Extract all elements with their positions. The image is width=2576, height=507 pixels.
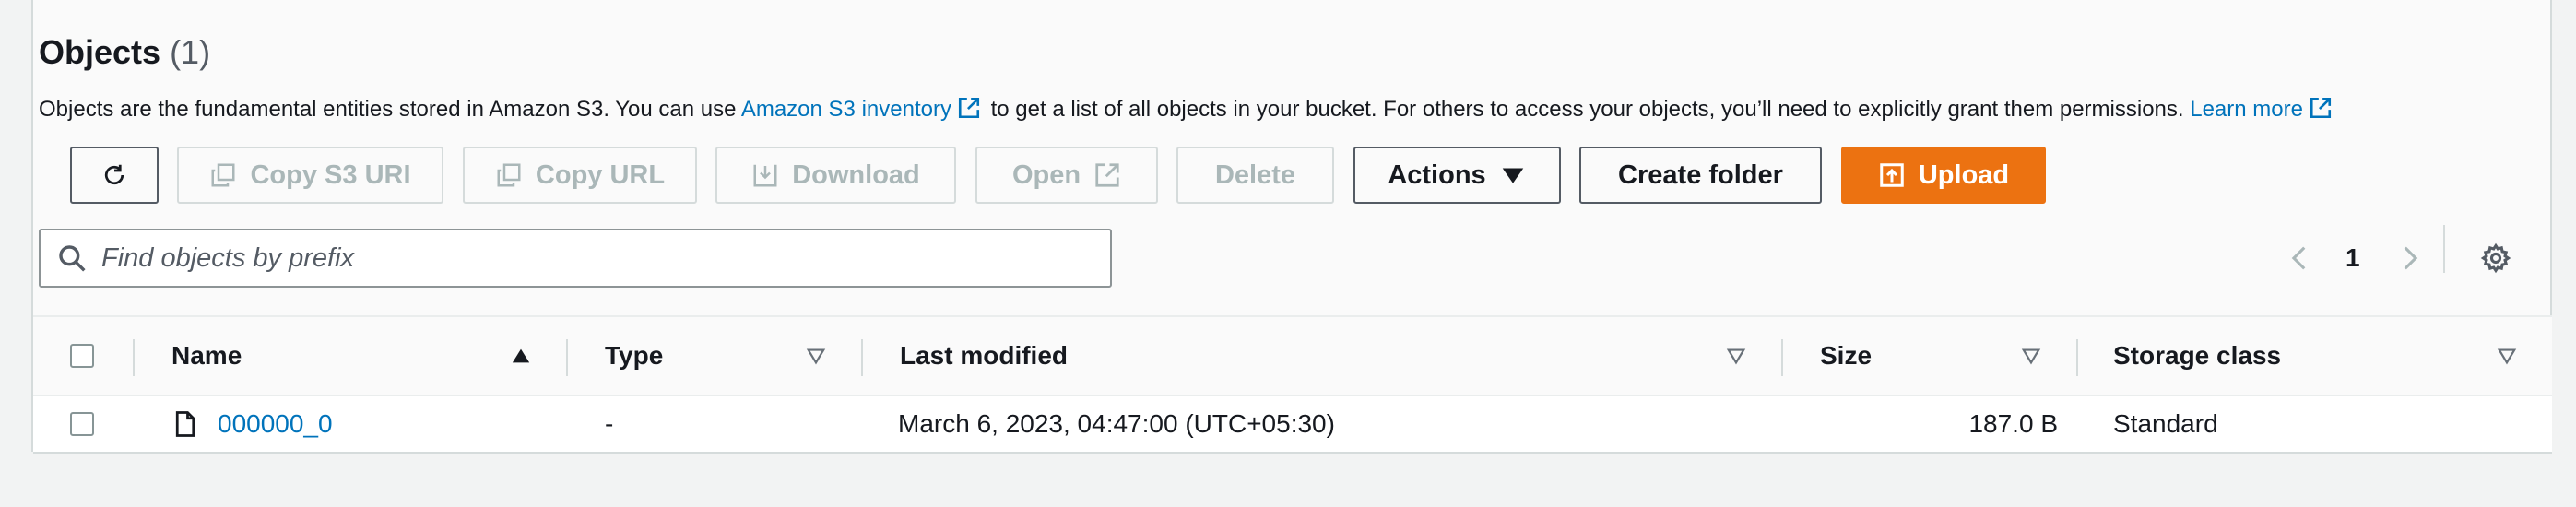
column-divider (861, 339, 863, 376)
object-storage-class: Standard (2113, 409, 2218, 438)
open-button[interactable]: Open (975, 147, 1158, 204)
external-link-icon (2310, 97, 2332, 119)
download-button[interactable]: Download (715, 147, 956, 204)
toolbar-divider (2443, 225, 2445, 273)
preferences-button[interactable] (2480, 230, 2511, 286)
column-divider (2076, 339, 2078, 376)
panel-description: Objects are the fundamental entities sto… (39, 96, 2336, 123)
external-link-icon (958, 97, 980, 119)
refresh-button[interactable] (70, 147, 159, 204)
column-divider (566, 339, 568, 376)
column-header-last-modified[interactable]: Last modified (900, 317, 1068, 395)
delete-button[interactable]: Delete (1176, 147, 1334, 204)
object-size: 187.0 B (1968, 409, 2058, 438)
sort-icon[interactable] (1726, 317, 1746, 395)
upload-label: Upload (1918, 159, 2010, 190)
copy-url-label: Copy URL (535, 159, 666, 190)
table-header: Name Type Last modified Size Storage cla… (33, 315, 2552, 396)
upload-icon (1880, 163, 1904, 187)
panel-title: Objects (1) (39, 33, 210, 72)
upload-button[interactable]: Upload (1841, 147, 2046, 204)
open-label: Open (1011, 159, 1081, 190)
file-icon (171, 396, 199, 452)
copy-s3-uri-button[interactable]: Copy S3 URI (177, 147, 443, 204)
table-row[interactable]: 000000_0 - March 6, 2023, 04:47:00 (UTC+… (33, 396, 2552, 454)
object-name-link[interactable]: 000000_0 (218, 396, 333, 452)
object-last-modified: March 6, 2023, 04:47:00 (UTC+05:30) (898, 409, 1335, 438)
actions-label: Actions (1388, 159, 1486, 190)
download-icon (753, 164, 777, 187)
sort-icon[interactable] (2497, 317, 2517, 395)
learn-more-link[interactable]: Learn more (2190, 97, 2303, 122)
download-label: Download (792, 159, 920, 190)
search-input[interactable] (101, 242, 1079, 274)
description-text-1: Objects are the fundamental entities sto… (39, 97, 741, 122)
column-header-size[interactable]: Size (1820, 317, 1872, 395)
object-type: - (605, 409, 614, 438)
title-text: Objects (39, 33, 161, 71)
s3-inventory-link[interactable]: Amazon S3 inventory (741, 97, 951, 122)
copy-icon (211, 163, 235, 187)
row-checkbox[interactable] (70, 396, 94, 452)
column-divider (133, 339, 135, 376)
search-icon (59, 245, 86, 272)
copy-s3-uri-label: Copy S3 URI (250, 159, 411, 190)
column-header-storage-class[interactable]: Storage class (2113, 317, 2281, 395)
current-page-number[interactable]: 1 (2346, 230, 2360, 286)
external-link-icon (1095, 163, 1119, 187)
sort-icon[interactable] (806, 317, 826, 395)
column-divider (1781, 339, 1783, 376)
search-box[interactable] (39, 229, 1112, 288)
chevron-right-icon (2404, 246, 2418, 270)
refresh-icon (104, 164, 124, 185)
prev-page-button[interactable] (2285, 230, 2316, 286)
objects-table: Name Type Last modified Size Storage cla… (33, 315, 2552, 454)
select-all-checkbox[interactable] (70, 317, 94, 395)
column-header-name[interactable]: Name (171, 317, 242, 395)
create-folder-label: Create folder (1618, 159, 1783, 190)
sort-icon[interactable] (2021, 317, 2041, 395)
description-text-2: to get a list of all objects in your buc… (984, 97, 2191, 122)
object-count: (1) (170, 33, 211, 71)
copy-icon (497, 163, 521, 187)
create-folder-button[interactable]: Create folder (1579, 147, 1822, 204)
copy-url-button[interactable]: Copy URL (463, 147, 697, 204)
actions-dropdown[interactable]: Actions (1353, 147, 1561, 204)
column-header-type[interactable]: Type (605, 317, 663, 395)
caret-down-icon (1502, 168, 1523, 183)
next-page-button[interactable] (2393, 230, 2425, 286)
chevron-left-icon (2291, 246, 2306, 270)
delete-label: Delete (1214, 159, 1296, 190)
sort-ascending-icon[interactable] (511, 317, 531, 395)
gear-icon (2480, 242, 2511, 274)
